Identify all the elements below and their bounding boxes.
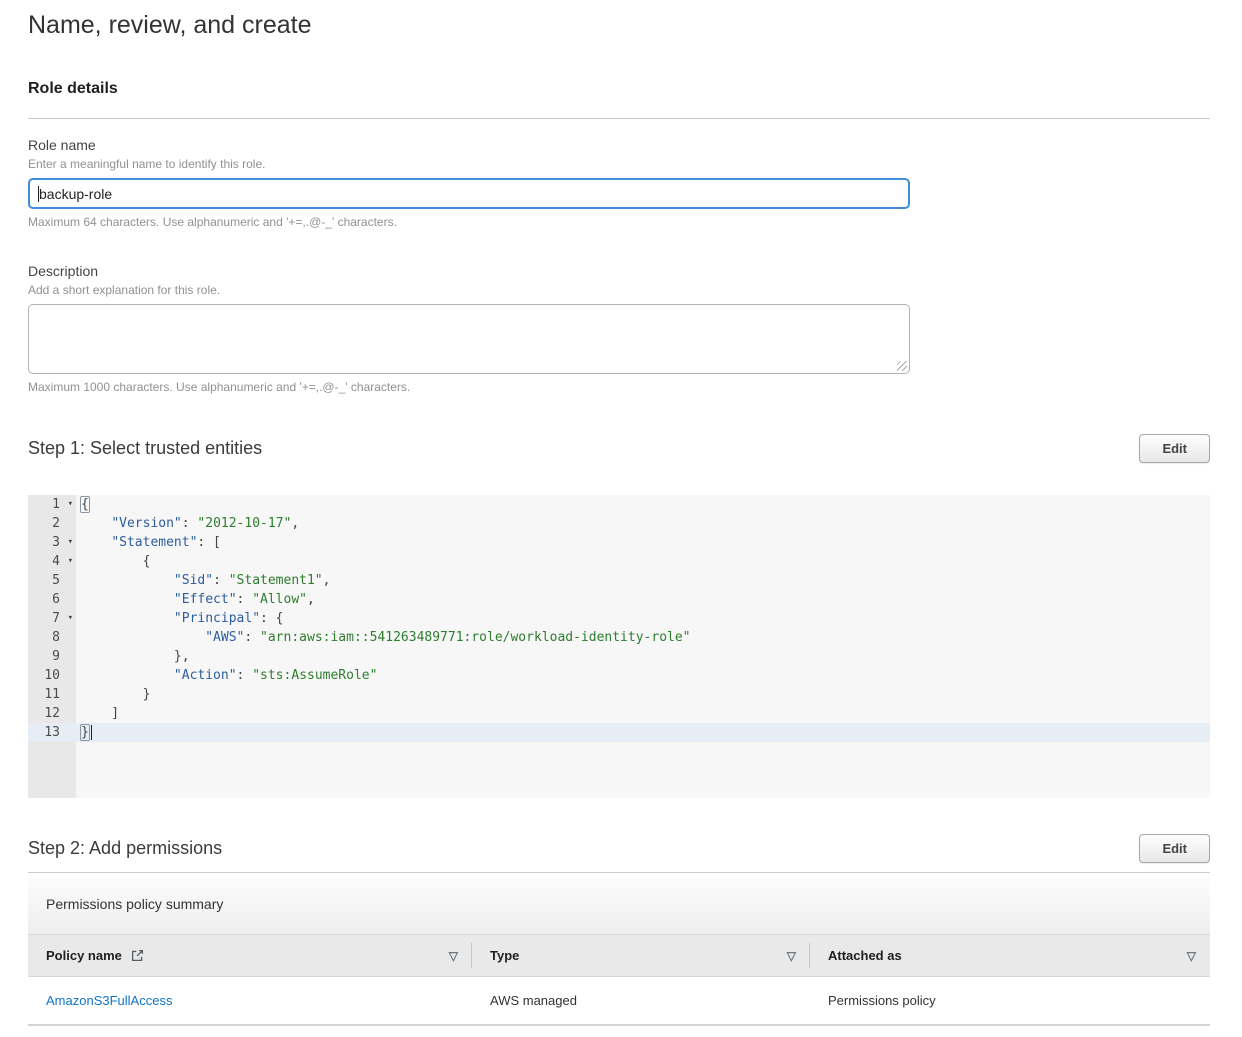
table-cell: Permissions policy — [810, 977, 1210, 1024]
table-body: AmazonS3FullAccess AWS managedPermissions… — [28, 977, 1210, 1026]
line-number: 10 — [28, 666, 76, 685]
sort-filter-icon[interactable]: ▽ — [1187, 949, 1196, 963]
editor-line[interactable]: 7▾ "Principal": { — [28, 609, 1210, 628]
code-text: { — [76, 552, 1210, 571]
sort-filter-icon[interactable]: ▽ — [449, 949, 458, 963]
step1-heading: Step 1: Select trusted entities — [28, 438, 262, 459]
code-text: { — [76, 495, 1210, 514]
step2-heading: Step 2: Add permissions — [28, 838, 222, 859]
column-header-label: Policy name — [46, 948, 144, 963]
line-number: 5 — [28, 571, 76, 590]
line-number: 6 — [28, 590, 76, 609]
line-number: 1▾ — [28, 495, 76, 514]
code-text: "Version": "2012-10-17", — [76, 514, 1210, 533]
fold-toggle-icon[interactable]: ▾ — [68, 552, 73, 571]
policy-name-link[interactable]: AmazonS3FullAccess — [46, 993, 172, 1008]
column-header-label: Type — [490, 948, 519, 963]
permissions-panel-title: Permissions policy summary — [46, 896, 223, 912]
page: Name, review, and create Role details Ro… — [0, 0, 1242, 1026]
editor-line[interactable]: 10 "Action": "sts:AssumeRole" — [28, 666, 1210, 685]
editor-line[interactable]: 2 "Version": "2012-10-17", — [28, 514, 1210, 533]
permissions-table: Policy name ▽ Type ▽ Attached as ▽ AmazonS3Fu… — [28, 934, 1210, 1026]
description-field-wrap — [28, 304, 910, 374]
step2-divider — [28, 872, 1210, 873]
edit-trusted-entities-button[interactable]: Edit — [1139, 434, 1210, 463]
editor-line[interactable]: 8 "AWS": "arn:aws:iam::541263489771:role… — [28, 628, 1210, 647]
step2-header-row: Step 2: Add permissions Edit — [28, 834, 1210, 863]
step1-header-row: Step 1: Select trusted entities Edit — [28, 434, 1210, 463]
table-cell: AWS managed — [472, 977, 810, 1024]
column-header-label: Attached as — [828, 948, 902, 963]
line-number: 2 — [28, 514, 76, 533]
editor-line[interactable]: 5 "Sid": "Statement1", — [28, 571, 1210, 590]
editor-line[interactable]: 9 }, — [28, 647, 1210, 666]
text-caret — [38, 186, 39, 202]
code-lines: 1▾{2 "Version": "2012-10-17",3▾ "Stateme… — [28, 495, 1210, 742]
line-number: 4▾ — [28, 552, 76, 571]
line-number: 9 — [28, 647, 76, 666]
table-header-row: Policy name ▽ Type ▽ Attached as ▽ — [28, 934, 1210, 977]
resize-handle-icon[interactable] — [897, 361, 907, 371]
description-help: Add a short explanation for this role. — [28, 283, 1210, 297]
fold-toggle-icon[interactable]: ▾ — [68, 609, 73, 628]
line-number: 13 — [28, 723, 76, 742]
role-name-input[interactable] — [28, 178, 910, 209]
column-header-type: Type ▽ — [472, 935, 810, 976]
column-header-policy-name: Policy name ▽ — [28, 935, 472, 976]
code-text: "Sid": "Statement1", — [76, 571, 1210, 590]
code-text: "Effect": "Allow", — [76, 590, 1210, 609]
code-text: "Action": "sts:AssumeRole" — [76, 666, 1210, 685]
role-name-hint: Maximum 64 characters. Use alphanumeric … — [28, 215, 1210, 229]
fold-toggle-icon[interactable]: ▾ — [68, 533, 73, 552]
fold-toggle-icon[interactable]: ▾ — [68, 495, 73, 514]
trust-policy-code-editor[interactable]: 1▾{2 "Version": "2012-10-17",3▾ "Stateme… — [28, 495, 1210, 798]
permissions-panel-header: Permissions policy summary — [28, 874, 1210, 934]
editor-line[interactable]: 12 ] — [28, 704, 1210, 723]
table-cell: AmazonS3FullAccess — [28, 977, 472, 1024]
code-text: ] — [76, 704, 1210, 723]
code-text: "Statement": [ — [76, 533, 1210, 552]
editor-line[interactable]: 4▾ { — [28, 552, 1210, 571]
editor-line[interactable]: 6 "Effect": "Allow", — [28, 590, 1210, 609]
line-number: 11 — [28, 685, 76, 704]
editor-line[interactable]: 1▾{ — [28, 495, 1210, 514]
page-title: Name, review, and create — [28, 0, 1210, 40]
role-name-help: Enter a meaningful name to identify this… — [28, 157, 1210, 171]
editor-line[interactable]: 3▾ "Statement": [ — [28, 533, 1210, 552]
description-textarea[interactable] — [28, 304, 910, 374]
code-text: }, — [76, 647, 1210, 666]
description-label: Description — [28, 263, 1210, 279]
editor-caret — [91, 725, 92, 740]
code-text: } — [76, 723, 1210, 742]
line-number: 12 — [28, 704, 76, 723]
editor-line[interactable]: 13} — [28, 723, 1210, 742]
line-number: 7▾ — [28, 609, 76, 628]
editor-line[interactable]: 11 } — [28, 685, 1210, 704]
line-number: 3▾ — [28, 533, 76, 552]
code-text: "Principal": { — [76, 609, 1210, 628]
code-text: } — [76, 685, 1210, 704]
line-number: 8 — [28, 628, 76, 647]
role-details-heading: Role details — [28, 80, 1210, 98]
column-header-attached-as: Attached as ▽ — [810, 935, 1210, 976]
role-name-field-wrap — [28, 178, 910, 209]
sort-filter-icon[interactable]: ▽ — [787, 949, 796, 963]
role-name-label: Role name — [28, 137, 1210, 153]
description-hint: Maximum 1000 characters. Use alphanumeri… — [28, 380, 1210, 394]
code-text: "AWS": "arn:aws:iam::541263489771:role/w… — [76, 628, 1210, 647]
table-row: AmazonS3FullAccess AWS managedPermissions… — [28, 977, 1210, 1026]
edit-permissions-button[interactable]: Edit — [1139, 834, 1210, 863]
section-divider — [28, 118, 1210, 119]
external-link-icon — [131, 949, 144, 962]
